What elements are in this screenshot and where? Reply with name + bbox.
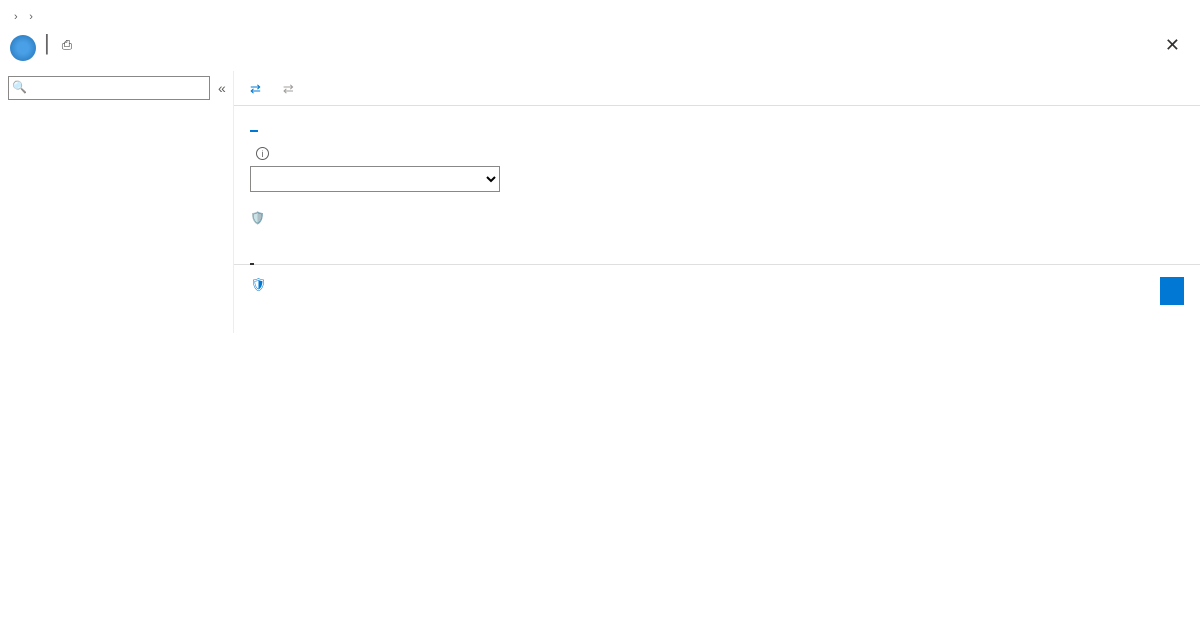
vm-icon <box>10 35 36 61</box>
tab-outbound[interactable] <box>280 251 284 264</box>
info-icon[interactable]: i <box>256 147 269 160</box>
page-title: | <box>44 31 50 55</box>
sidebar: « <box>0 71 234 333</box>
ipconfig-select[interactable] <box>250 166 500 192</box>
horizontal-scrollbar[interactable] <box>250 317 1184 333</box>
close-icon[interactable]: ✕ <box>1165 35 1190 56</box>
chevron-right-icon: › <box>10 11 22 23</box>
blade-header: | ⎙ ✕ <box>0 27 1200 71</box>
tab-asg[interactable] <box>310 251 314 264</box>
tab-inbound[interactable] <box>250 251 254 265</box>
sidebar-section-settings <box>0 105 233 119</box>
main-content: ⇄ ⇄ i 🛡️ <box>234 71 1200 333</box>
add-inbound-rule-button[interactable] <box>1160 277 1184 305</box>
collapse-sidebar-icon[interactable]: « <box>214 80 230 96</box>
detach-icon: ⇄ <box>283 81 294 96</box>
print-icon[interactable]: ⎙ <box>62 37 72 53</box>
attach-nic-button[interactable]: ⇄ <box>250 81 265 97</box>
rules-tabs <box>234 233 1200 265</box>
detach-nic-button: ⇄ <box>283 81 298 97</box>
search-input[interactable] <box>8 76 210 100</box>
attach-icon: ⇄ <box>250 81 261 96</box>
shield-icon: 🛡 <box>250 277 267 293</box>
tab-lb[interactable] <box>340 251 344 264</box>
nic-tab[interactable] <box>250 116 258 132</box>
chevron-right-icon: › <box>25 11 37 23</box>
ipconfig-label: i <box>250 147 1184 160</box>
breadcrumb: › › <box>0 0 1200 27</box>
command-bar: ⇄ ⇄ <box>234 71 1200 105</box>
shield-icon: 🛡️ <box>250 211 265 225</box>
